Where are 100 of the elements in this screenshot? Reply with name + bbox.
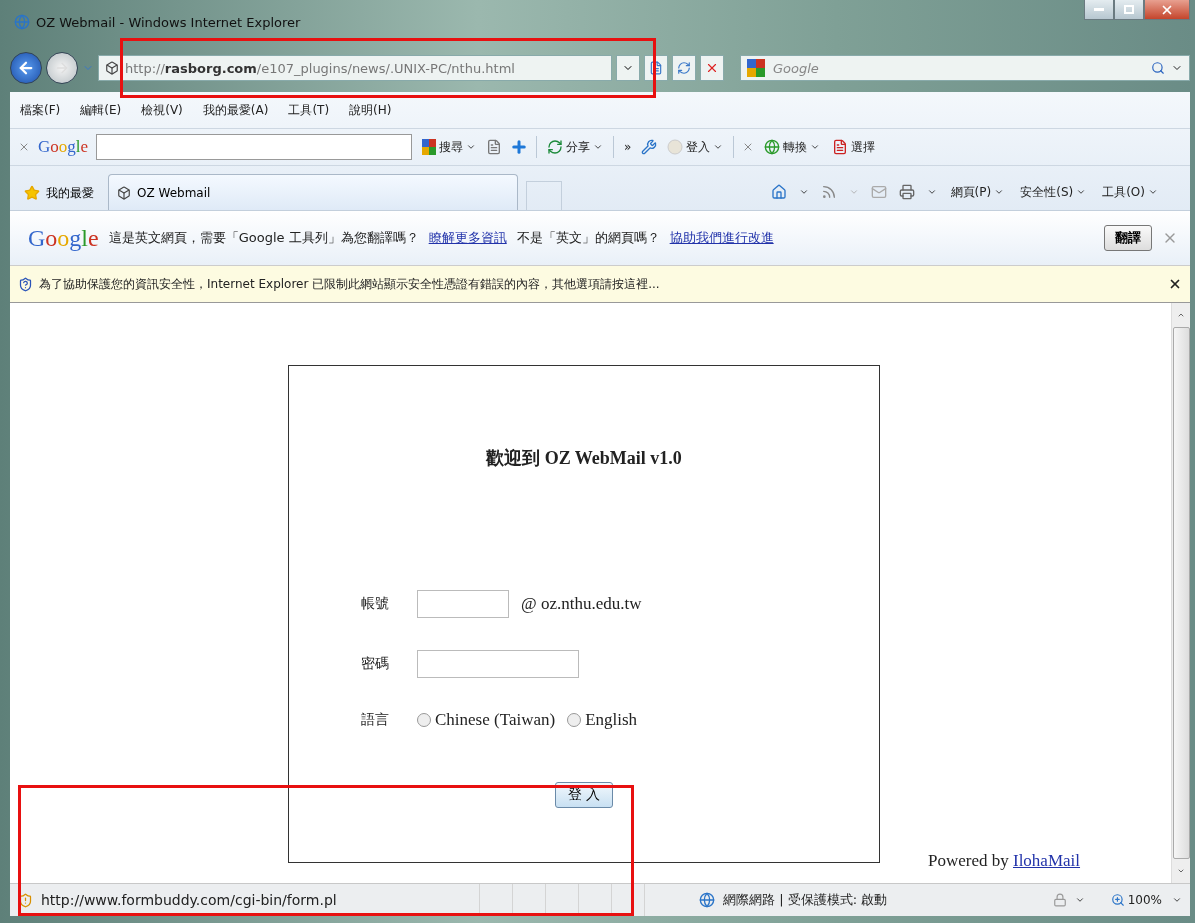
radio-label: Chinese (Taiwan) [435,710,556,730]
favorites-button[interactable]: 我的最愛 [18,176,100,210]
radio-button[interactable] [417,713,431,727]
command-button[interactable]: 工具(O) [1100,183,1160,201]
menu-item[interactable]: 我的最愛(A) [202,101,269,119]
select-button[interactable]: 選擇 [830,138,878,156]
google-logo: Google [28,224,99,252]
search-provider-icon [747,59,765,77]
more-button[interactable]: » [622,140,634,154]
plus-icon [510,138,529,156]
domain-suffix: @ oz.nthu.edu.tw [521,594,642,614]
news-icon [486,139,503,155]
page-icon [105,61,119,75]
menu-item[interactable]: 檢視(V) [141,101,183,119]
radio-label: English [585,710,638,730]
status-url: http://www.formbuddy.com/cgi-bin/form.pl [41,892,338,908]
shield-help-icon [18,276,33,292]
address-field[interactable]: http://rasborg.com/e107_plugins/news/.UNIX-PC/nthu.html [98,55,612,81]
window-title: OZ Webmail - Windows Internet Explorer [36,14,301,30]
input-field[interactable] [417,590,509,618]
share-button[interactable]: 分享 [545,138,606,156]
page-icon [117,185,131,200]
stop-icon [705,61,719,75]
wrench-icon [641,139,658,155]
printer-icon [898,184,915,200]
toolbar-search-field[interactable] [96,134,413,160]
url-text: http://rasborg.com/e107_plugins/news/.UNIX-PC/nthu.html [125,60,515,76]
menu-item[interactable]: 檔案(F) [20,101,61,119]
address-dropdown-button[interactable] [616,55,640,81]
field-label: 密碼 [361,655,390,673]
field-label: 語言 [361,711,390,729]
sign-in-button[interactable]: 登入 [665,138,726,156]
dropdown-icon [466,142,477,152]
back-button[interactable] [10,52,42,84]
scroll-down-icon[interactable] [1177,867,1185,875]
warning-shield-icon [18,892,33,908]
minimize-button[interactable] [1084,0,1114,20]
document-icon [832,139,849,155]
dropdown-icon [1148,187,1158,197]
dropdown-icon [1172,895,1182,905]
zoom-button[interactable]: 100% [1108,893,1164,907]
command-button[interactable]: 網頁(P) [948,183,1007,201]
minimize-icon [1094,7,1104,12]
page-heading: 歡迎到 OZ WebMail v1.0 [486,447,682,470]
browser-tab[interactable]: OZ Webmail [108,174,518,210]
zoom-icon [1110,893,1125,907]
translate-message: 這是英文網頁，需要「Google 工具列」為您翻譯嗎？ [108,229,419,247]
search-logo-icon [422,139,437,155]
input-field[interactable] [417,650,579,678]
dropdown-icon [994,187,1005,197]
share-icon [547,139,564,155]
learn-more-link[interactable]: 瞭解更多資訊 [428,229,507,247]
menu-item[interactable]: 說明(H) [349,101,392,119]
dropdown-icon [798,187,809,197]
dropdown-icon [810,142,821,152]
maximize-button[interactable] [1114,0,1144,20]
circle-icon [667,139,684,155]
google-logo: Google [38,137,89,157]
menu-item[interactable]: 工具(T) [288,101,330,119]
radio-button[interactable] [567,713,582,727]
powered-by-text: Powered by IlohaMail [928,851,1081,871]
security-zone: 網際網路 | 受保護模式: 啟動 [723,891,888,909]
forward-button[interactable] [46,52,78,84]
close-button[interactable] [1144,0,1190,20]
command-button[interactable]: 安全性(S) [1018,183,1089,201]
scrollbar[interactable] [1171,303,1190,883]
dropdown-icon [593,142,604,152]
maximize-icon [1124,5,1134,14]
feed-icon [820,184,837,200]
login-button[interactable]: 登 入 [555,782,613,808]
stop-button[interactable] [700,55,724,81]
search-icon [1151,61,1165,75]
dropdown-icon [1076,187,1087,197]
document-icon [649,61,663,75]
dropdown-icon [713,142,724,152]
refresh-icon [677,61,691,75]
close-icon [18,141,30,153]
ilohamail-link[interactable]: IlohaMail [1013,851,1081,870]
star-icon [24,185,40,201]
home-icon [770,184,787,200]
lock-icon[interactable] [1052,893,1067,907]
scroll-up-icon[interactable] [1177,311,1185,319]
close-icon[interactable] [1168,277,1182,291]
translate-button[interactable]: 轉換 [762,138,823,156]
globe-icon [699,892,715,908]
mail-icon [870,184,887,200]
translate-button[interactable]: 翻譯 [1104,225,1152,251]
search-button[interactable]: 搜尋 [420,138,479,156]
dropdown-icon [1074,895,1085,905]
menu-item[interactable]: 編輯(E) [80,101,122,119]
improve-link[interactable]: 協助我們進行改進 [669,229,774,247]
dropdown-icon [926,187,937,197]
dropdown-icon [848,187,859,197]
refresh-button[interactable] [672,55,696,81]
search-field[interactable]: Google [771,59,1145,77]
field-label: 帳號 [361,595,390,613]
compatibility-button[interactable] [644,55,668,81]
search-box[interactable]: Google [740,55,1190,81]
browser-logo-icon [14,14,30,30]
globe-icon [764,139,781,155]
